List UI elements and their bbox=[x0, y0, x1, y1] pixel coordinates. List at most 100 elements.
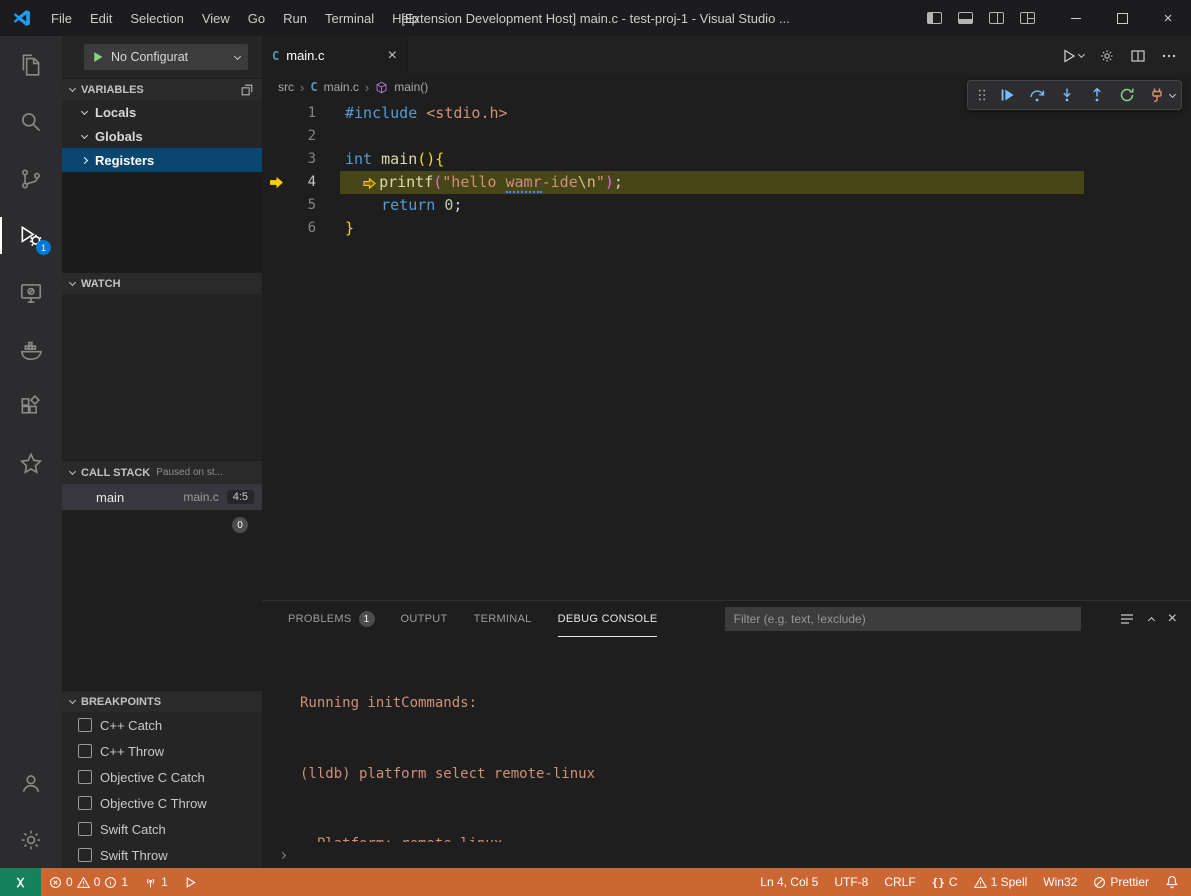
breadcrumb-file[interactable]: main.c bbox=[324, 80, 359, 94]
window-minimize-button[interactable] bbox=[1053, 0, 1099, 36]
toggle-panel-icon[interactable] bbox=[958, 12, 973, 24]
activity-settings[interactable] bbox=[0, 811, 62, 868]
menu-file[interactable]: File bbox=[42, 0, 81, 36]
window-close-button[interactable]: × bbox=[1145, 0, 1191, 36]
filter-lines-icon[interactable] bbox=[1119, 611, 1135, 627]
remote-icon bbox=[13, 875, 28, 890]
breakpoint-row[interactable]: Objective C Catch bbox=[62, 764, 262, 790]
breakpoint-checkbox[interactable] bbox=[78, 744, 92, 758]
breakpoint-checkbox[interactable] bbox=[78, 718, 92, 732]
breakpoint-checkbox[interactable] bbox=[78, 770, 92, 784]
warning-icon bbox=[77, 876, 90, 889]
encoding-status[interactable]: UTF-8 bbox=[826, 868, 876, 896]
activity-search[interactable] bbox=[0, 93, 62, 150]
section-title: BREAKPOINTS bbox=[81, 696, 161, 708]
menu-bar: File Edit Selection View Go Run Terminal… bbox=[42, 0, 428, 36]
stack-frame-row[interactable]: main main.c 4:5 bbox=[62, 484, 262, 510]
tab-close-icon[interactable]: × bbox=[388, 48, 397, 64]
menu-view[interactable]: View bbox=[193, 0, 239, 36]
tab-problems[interactable]: PROBLEMS 1 bbox=[288, 601, 375, 637]
line-number[interactable]: 5 bbox=[262, 194, 316, 217]
collapse-all-icon[interactable] bbox=[240, 83, 254, 97]
customize-layout-icon[interactable] bbox=[1020, 12, 1035, 24]
remote-indicator[interactable] bbox=[0, 868, 41, 896]
tab-terminal[interactable]: TERMINAL bbox=[474, 601, 532, 637]
split-editor-icon[interactable] bbox=[1130, 48, 1146, 64]
line-number[interactable]: 3 bbox=[262, 148, 316, 171]
activity-extensions[interactable] bbox=[0, 378, 62, 435]
tab-main-c[interactable]: C main.c × bbox=[262, 36, 408, 75]
settings-gear-icon[interactable] bbox=[1099, 48, 1115, 64]
chevron-down-icon[interactable] bbox=[1169, 90, 1176, 97]
step-into-button[interactable] bbox=[1054, 82, 1080, 108]
cursor-position[interactable]: Ln 4, Col 5 bbox=[752, 868, 826, 896]
toolbar-drag-handle[interactable] bbox=[974, 87, 990, 103]
console-filter-input[interactable] bbox=[725, 607, 1081, 631]
activity-remote-explorer[interactable] bbox=[0, 264, 62, 321]
scope-registers[interactable]: Registers bbox=[62, 148, 262, 172]
breadcrumb-symbol[interactable]: main() bbox=[394, 80, 428, 94]
breakpoint-row[interactable]: Swift Throw bbox=[62, 842, 262, 868]
more-actions-icon[interactable] bbox=[1161, 48, 1177, 64]
menu-edit[interactable]: Edit bbox=[81, 0, 121, 36]
continue-button[interactable] bbox=[994, 82, 1020, 108]
breakpoint-row[interactable]: C++ Catch bbox=[62, 712, 262, 738]
formatter-status[interactable]: Prettier bbox=[1085, 868, 1157, 896]
call-stack-section-header[interactable]: CALL STACK Paused on st... bbox=[62, 460, 262, 484]
run-file-button[interactable] bbox=[1061, 48, 1084, 64]
restart-button[interactable] bbox=[1114, 82, 1140, 108]
step-over-button[interactable] bbox=[1024, 82, 1050, 108]
activity-explorer[interactable] bbox=[0, 36, 62, 93]
menu-run[interactable]: Run bbox=[274, 0, 316, 36]
scope-globals[interactable]: Globals bbox=[62, 124, 262, 148]
tab-debug-console[interactable]: DEBUG CONSOLE bbox=[558, 601, 658, 637]
breakpoint-row[interactable]: C++ Throw bbox=[62, 738, 262, 764]
language-mode[interactable]: {} C bbox=[924, 868, 966, 896]
ports-status[interactable]: 1 bbox=[136, 868, 176, 896]
line-number[interactable]: 6 bbox=[262, 217, 316, 240]
eol-status[interactable]: CRLF bbox=[876, 868, 923, 896]
breakpoint-row[interactable]: Swift Catch bbox=[62, 816, 262, 842]
line-number[interactable]: 1 bbox=[262, 102, 316, 125]
breakpoint-checkbox[interactable] bbox=[78, 822, 92, 836]
console-line: (lldb) platform select remote-linux bbox=[300, 763, 1191, 787]
window-maximize-button[interactable] bbox=[1099, 0, 1145, 36]
toggle-secondary-sidebar-icon[interactable] bbox=[989, 12, 1004, 24]
scope-locals[interactable]: Locals bbox=[62, 100, 262, 124]
debug-status[interactable] bbox=[176, 868, 205, 896]
platform-status[interactable]: Win32 bbox=[1035, 868, 1085, 896]
problems-status[interactable]: 0 0 1 bbox=[41, 868, 136, 896]
menu-terminal[interactable]: Terminal bbox=[316, 0, 383, 36]
code-editor[interactable]: 1 #include <stdio.h> 2 3 int main(){ 4 p… bbox=[262, 99, 1191, 600]
disconnect-button[interactable] bbox=[1144, 82, 1170, 108]
titlebar-actions: × bbox=[927, 0, 1191, 36]
spell-checker-status[interactable]: 1 Spell bbox=[966, 868, 1036, 896]
debug-start-icon[interactable] bbox=[92, 51, 104, 63]
breakpoint-row[interactable]: Objective C Throw bbox=[62, 790, 262, 816]
activity-docker[interactable] bbox=[0, 321, 62, 378]
breadcrumb-folder[interactable]: src bbox=[278, 80, 294, 94]
debug-badge: 1 bbox=[36, 240, 51, 255]
line-number[interactable]: 2 bbox=[262, 125, 316, 148]
breakpoint-checkbox[interactable] bbox=[78, 848, 92, 862]
activity-run-and-debug[interactable]: 1 bbox=[0, 207, 62, 264]
breakpoints-section-header[interactable]: BREAKPOINTS bbox=[62, 690, 262, 712]
step-out-button[interactable] bbox=[1084, 82, 1110, 108]
watch-section-header[interactable]: WATCH bbox=[62, 272, 262, 294]
notifications-status[interactable] bbox=[1157, 868, 1191, 896]
tab-output[interactable]: OUTPUT bbox=[401, 601, 448, 637]
toggle-sidebar-icon[interactable] bbox=[927, 12, 942, 24]
activity-accounts[interactable] bbox=[0, 754, 62, 811]
menu-selection[interactable]: Selection bbox=[121, 0, 192, 36]
close-panel-icon[interactable]: × bbox=[1168, 611, 1177, 627]
breakpoint-label: C++ Catch bbox=[100, 718, 162, 733]
menu-go[interactable]: Go bbox=[239, 0, 274, 36]
launch-configuration-dropdown[interactable]: No Configurat bbox=[84, 44, 248, 70]
breakpoint-checkbox[interactable] bbox=[78, 796, 92, 810]
maximize-panel-icon[interactable] bbox=[1148, 617, 1155, 624]
activity-source-control[interactable] bbox=[0, 150, 62, 207]
docker-icon bbox=[18, 337, 44, 363]
variables-section-header[interactable]: VARIABLES bbox=[62, 78, 262, 100]
activity-test-explorer[interactable] bbox=[0, 435, 62, 492]
debug-console-input[interactable] bbox=[262, 842, 1191, 868]
